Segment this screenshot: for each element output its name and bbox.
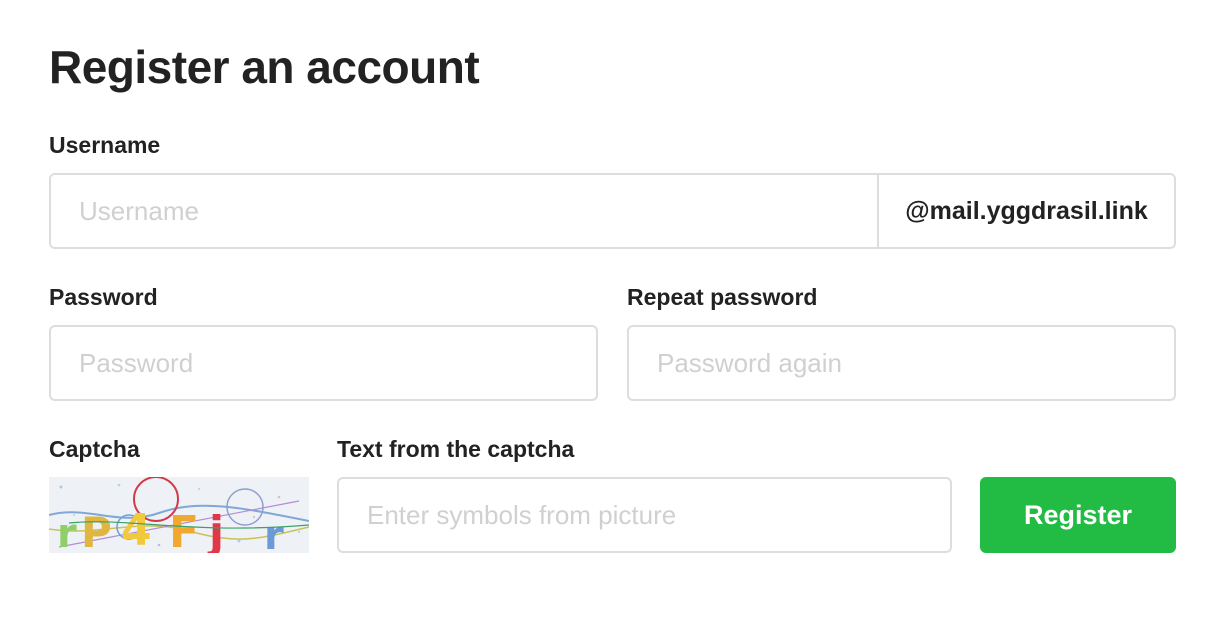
page-title: Register an account bbox=[49, 41, 480, 93]
captcha-label: Captcha bbox=[49, 436, 140, 462]
captcha-picture: r P 4 F j r bbox=[49, 477, 309, 553]
register-button[interactable]: Register bbox=[980, 477, 1176, 553]
captcha-text-input[interactable] bbox=[337, 477, 952, 553]
captcha-text-label: Text from the captcha bbox=[337, 436, 575, 462]
repeat-password-label: Repeat password bbox=[627, 284, 818, 310]
password-label: Password bbox=[49, 284, 158, 310]
svg-text:r: r bbox=[57, 511, 77, 553]
svg-text:j: j bbox=[207, 507, 224, 553]
repeat-password-input[interactable] bbox=[627, 325, 1176, 401]
username-input[interactable] bbox=[51, 175, 877, 247]
captcha-image: r P 4 F j r bbox=[49, 477, 309, 553]
svg-text:r: r bbox=[264, 513, 284, 553]
mail-domain-suffix: @mail.yggdrasil.link bbox=[877, 175, 1174, 247]
svg-text:F: F bbox=[169, 507, 199, 553]
svg-text:P: P bbox=[81, 508, 112, 553]
password-input[interactable] bbox=[49, 325, 598, 401]
username-label: Username bbox=[49, 132, 161, 158]
svg-text:4: 4 bbox=[121, 505, 152, 553]
username-input-group: @mail.yggdrasil.link bbox=[49, 173, 1176, 249]
